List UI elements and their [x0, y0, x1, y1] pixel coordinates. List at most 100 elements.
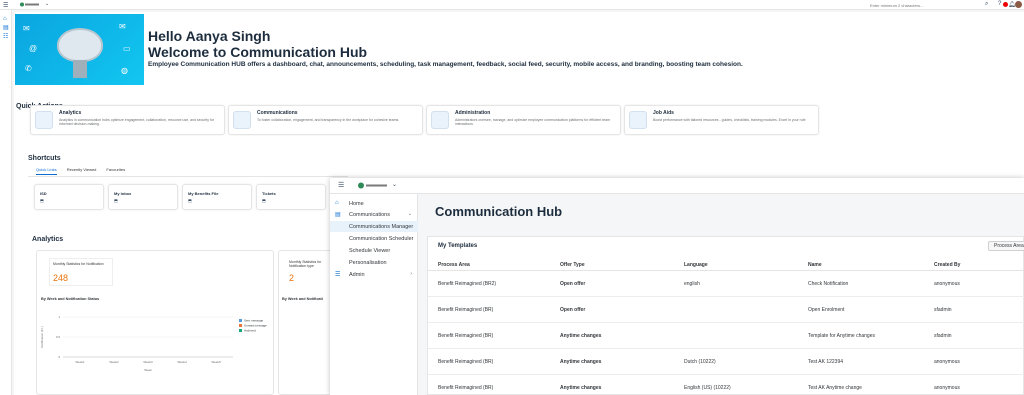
nav-item-communications[interactable]: ▤ Communications ⌄	[330, 209, 418, 220]
table-header: Process Area Offer Type Language Name Cr…	[428, 259, 1024, 271]
phone-icon: ✆	[25, 64, 32, 73]
table-cell: Check Notification	[808, 281, 849, 287]
chart-title: By Week and Notification Status	[41, 297, 100, 301]
table-cell: Benefit Reimagined (BR2)	[438, 281, 497, 287]
table-row[interactable]: Benefit Reimagined (BR) Anytime changes …	[428, 349, 1024, 375]
company-logo[interactable]	[358, 182, 388, 189]
home-icon[interactable]: ⌂	[3, 16, 9, 22]
nav-item-communications-manager[interactable]: Communications Manager	[330, 221, 418, 232]
x-tick-label: Week5	[211, 360, 221, 364]
search-input[interactable]	[870, 2, 980, 8]
y-axis-label: Notification (Ct.)	[40, 326, 44, 348]
table-cell: anonymous	[934, 281, 960, 287]
chevron-down-icon[interactable]: ⌄	[392, 181, 397, 188]
table-cell: Template for Anytime changes	[808, 333, 875, 339]
company-logo[interactable]	[20, 2, 40, 7]
mail-icon: ✉	[23, 24, 30, 33]
shortcut-label: Tickets	[262, 191, 276, 196]
card-description: To foster collaboration, engagement, and…	[257, 118, 400, 122]
shortcut-isd[interactable]: ISD ⬒	[34, 184, 104, 210]
table-cell: Test AK 122394	[808, 359, 844, 365]
table-cell: Test AK Anytime change	[808, 385, 862, 391]
list-icon[interactable]: ☷	[3, 34, 9, 40]
column-header[interactable]: Process Area	[438, 262, 470, 268]
tab-quick-links[interactable]: Quick Links	[36, 167, 57, 175]
column-header[interactable]: Offer Type	[560, 262, 585, 268]
mail-icon: ✉	[119, 22, 126, 31]
legend-swatch	[239, 319, 242, 322]
templates-title: My Templates	[438, 243, 478, 249]
table-cell: sfadmin	[934, 307, 952, 313]
greeting: Hello Aanya Singh	[148, 28, 271, 44]
quick-action-job-aids[interactable]: Job Aids Boost performance with tailored…	[624, 105, 819, 135]
quick-action-analytics[interactable]: Analytics Analytics in communication hub…	[30, 105, 225, 135]
table-cell: sfadmin	[934, 333, 952, 339]
nav-item-schedule-viewer[interactable]: Schedule Viewer	[330, 245, 418, 256]
shortcut-my-benefits-file[interactable]: My Benefits File ⬒	[182, 184, 252, 210]
menu-icon[interactable]: ☰	[3, 2, 8, 9]
search-icon[interactable]: ⌕	[985, 1, 988, 8]
shortcut-my-inbox[interactable]: My Inbox ⬒	[108, 184, 178, 210]
analytics-card-notification[interactable]: Monthly Statistics for Notification 248 …	[36, 250, 274, 395]
chart-title: By Week and Notificati	[282, 297, 323, 301]
x-tick-label: Week3	[143, 360, 153, 364]
table-cell: Benefit Reimagined (BR)	[438, 333, 494, 339]
chevron-down-icon[interactable]: ⌄	[408, 211, 412, 217]
home-icon: ⌂	[335, 200, 339, 206]
document-icon[interactable]: ▤	[3, 25, 9, 31]
hub-content: Communication Hub My Templates Process A…	[418, 194, 1024, 395]
nav-item-personalisation[interactable]: Personalisation	[330, 257, 418, 268]
table-cell: anonymous	[934, 359, 960, 365]
tab-recently-viewed[interactable]: Recently Viewed	[67, 167, 97, 175]
help-icon[interactable]: ?	[998, 1, 1001, 7]
menu-icon[interactable]: ☰	[338, 181, 344, 189]
shortcut-icon: ⬒	[188, 198, 192, 203]
quick-action-communications[interactable]: Communications To foster collaboration, …	[228, 105, 423, 135]
table-row[interactable]: Benefit Reimagined (BR) Anytime changes …	[428, 323, 1024, 349]
card-title: Administration	[455, 110, 491, 116]
card-description: Analytics in communication hubs optimize…	[59, 118, 215, 126]
card-title: Job Aids	[653, 110, 674, 116]
shortcut-label: My Benefits File	[188, 191, 219, 196]
shortcut-tickets[interactable]: Tickets ⬒	[256, 184, 326, 210]
banner-image: ✉ ✉ @ ▭ ✆ ◍	[15, 14, 144, 85]
chevron-down-icon[interactable]: ⌄	[45, 1, 49, 7]
avatar[interactable]	[1015, 1, 1022, 8]
table-cell: Open offer	[560, 281, 586, 287]
legend-label: Unread message	[244, 324, 267, 328]
kpi-title: Monthly Statistics for Notification	[53, 262, 104, 266]
shortcut-label: My Inbox	[114, 191, 132, 196]
column-header[interactable]: Created By	[934, 262, 960, 268]
table-row[interactable]: Benefit Reimagined (BR) Open offer Open …	[428, 297, 1024, 323]
column-header[interactable]: Name	[808, 262, 822, 268]
side-navigation: ⌂ Home ▤ Communications ⌄ Communications…	[330, 194, 418, 395]
table-cell: Benefit Reimagined (BR)	[438, 385, 494, 391]
process-area-button[interactable]: Process Area	[988, 241, 1024, 251]
tab-favourites[interactable]: Favourites	[106, 167, 125, 175]
quick-action-administration[interactable]: Administration Administrators oversee, m…	[426, 105, 621, 135]
shell-header: ☰ ⌄ ⌕ ? 🔔︎	[0, 0, 1024, 10]
kpi-value: 248	[53, 273, 69, 283]
shortcut-icon: ⬒	[262, 198, 266, 203]
kpi-tile[interactable]: Monthly Statistics for Notification 248	[49, 258, 113, 286]
y-tick-label: 0.5	[56, 335, 61, 339]
communication-hub-window: ☰ ⌄ ⌂ Home ▤ Communications ⌄ Communicat…	[330, 178, 1024, 395]
document-icon: ▤	[335, 212, 341, 218]
legend-label: Sent message	[244, 319, 264, 323]
column-header[interactable]: Language	[684, 262, 708, 268]
chevron-right-icon[interactable]: ›	[410, 271, 412, 277]
y-tick-label: 0	[58, 355, 60, 359]
table-row[interactable]: Benefit Reimagined (BR2) Open offer engl…	[428, 271, 1024, 297]
nav-label: Home	[349, 201, 364, 207]
analytics-card-notification-type[interactable]: Monthly Statistics for Notification type…	[278, 250, 334, 395]
nav-item-admin[interactable]: ☰ Admin ›	[330, 269, 418, 280]
table-cell: Benefit Reimagined (BR)	[438, 307, 494, 313]
table-cell: english	[684, 281, 700, 287]
table-row[interactable]: Benefit Reimagined (BR) Anytime changes …	[428, 375, 1024, 395]
nav-item-communication-scheduler[interactable]: Communication Scheduler	[330, 233, 418, 244]
table-cell: Anytime changes	[560, 359, 602, 365]
nav-item-home[interactable]: ⌂ Home	[330, 198, 418, 209]
legend-swatch	[239, 324, 242, 327]
kpi-title: Monthly Statistics for Notification type	[289, 260, 322, 268]
satellite-stand	[73, 60, 87, 78]
